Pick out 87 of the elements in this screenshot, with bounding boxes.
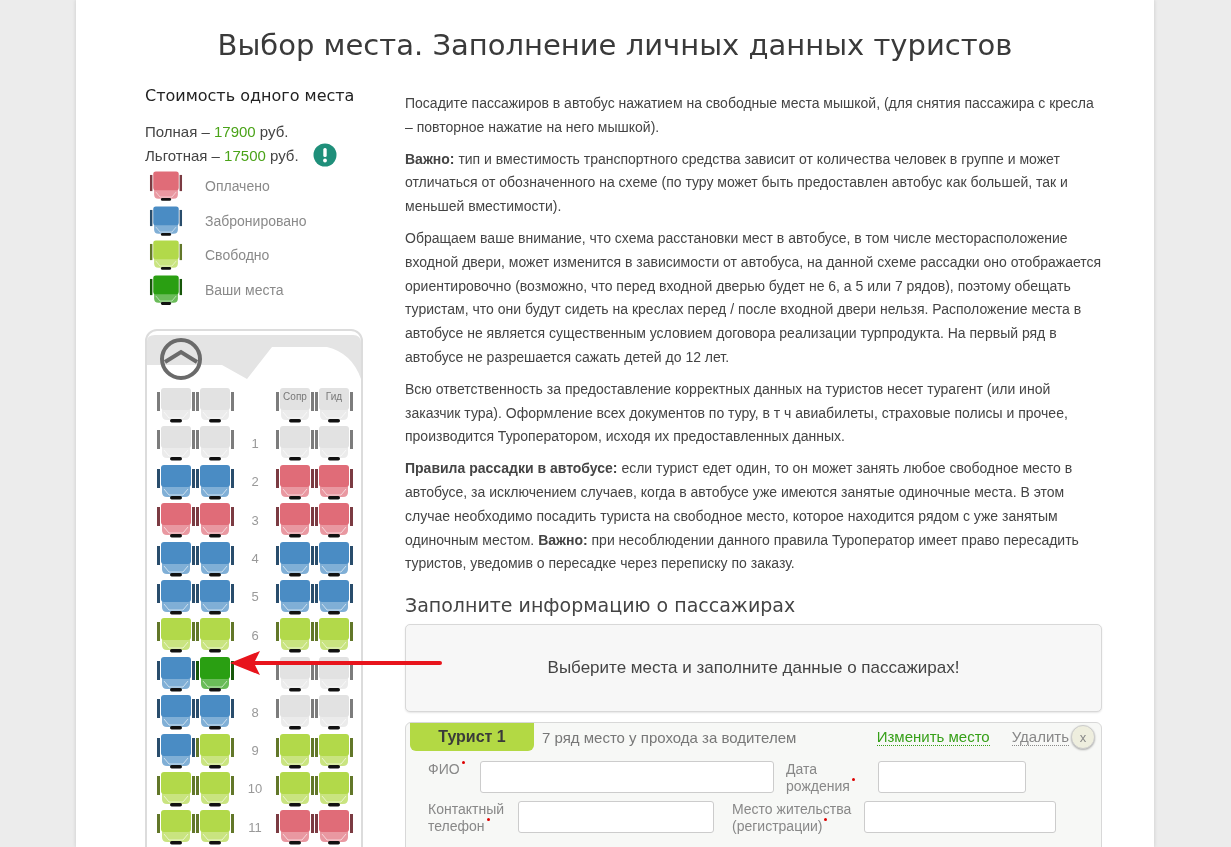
row-number: 10 — [247, 781, 263, 797]
seat-button[interactable] — [276, 425, 314, 462]
seat-button[interactable] — [196, 540, 234, 577]
legend-label: Свободно — [205, 247, 270, 264]
seat-button[interactable] — [315, 694, 353, 731]
seat-button[interactable] — [315, 425, 353, 462]
row-number: 2 — [251, 474, 259, 490]
price-text: Льготная – 17500 руб. — [145, 146, 299, 164]
info-paragraph: Всю ответственность за предоставление корректных данных на туристов несет турагент (или иной заказчик тура). Оформление всех документов по туру, в т ч авиабилеты, страховые полисы и прочее, производится Туроператором, исходя их предоставленных данных. — [405, 379, 1069, 447]
seat-button[interactable] — [315, 578, 353, 615]
input-field[interactable] — [518, 801, 714, 834]
field-label: Дата рождения — [786, 761, 866, 796]
seat-button[interactable] — [157, 809, 195, 846]
seat-button[interactable] — [315, 540, 353, 577]
field-label: Контактный телефон — [428, 801, 506, 836]
seat-button[interactable] — [315, 463, 353, 500]
info-paragraph: Важно: тип и вместимость транспортного средства зависит от количества человек в группе и может отличаться от обозначенного на схеме (по туру может быть предоставлен автобус как большей, так и меньшей вместимости). — [405, 149, 1069, 217]
seat-button[interactable] — [157, 617, 195, 654]
seat-button[interactable] — [157, 694, 195, 731]
page-title: Выбор места. Заполнение личных данных туристов — [216, 27, 1014, 64]
input-field[interactable] — [864, 801, 1056, 834]
delete-link[interactable]: Удалить — [1011, 728, 1069, 747]
seat-button[interactable]: Сопр — [276, 387, 314, 423]
section-heading: Заполните информацию о пассажирах — [405, 594, 797, 617]
info-icon[interactable] — [312, 143, 337, 167]
row-number: 5 — [251, 589, 259, 605]
input-field[interactable] — [878, 761, 1026, 794]
seat-button[interactable] — [276, 502, 314, 539]
input-field[interactable] — [480, 761, 774, 794]
legend-label: Ваши места — [205, 281, 284, 298]
info-paragraph: Посадите пассажиров в автобус нажатием на свободные места мышкой, (для снятия пассажира с кресла – повторное нажатие на него мышкой). — [405, 94, 1095, 137]
row-number: 1 — [251, 435, 259, 451]
seat-button[interactable] — [276, 694, 314, 731]
seat-button[interactable] — [157, 732, 195, 769]
close-button[interactable]: x — [1071, 725, 1095, 750]
seat-button[interactable] — [196, 617, 234, 654]
notice-text: Выберите места и заполните данные о пассажирах! — [547, 658, 960, 679]
seat-button[interactable] — [276, 655, 314, 692]
seat-button[interactable] — [196, 463, 234, 500]
seat-button[interactable]: Гид — [315, 387, 353, 423]
legend-label: Забронировано — [205, 212, 307, 229]
field-label: Место жительства (регистрации) — [732, 801, 853, 836]
seat-button[interactable] — [157, 387, 195, 423]
seat-button[interactable] — [196, 809, 234, 846]
seat-description: 7 ряд место у прохода за водителем — [542, 728, 797, 746]
seat-button[interactable] — [276, 540, 314, 577]
seat-button[interactable] — [157, 540, 195, 577]
seat-button[interactable] — [276, 732, 314, 769]
seat-button[interactable] — [157, 578, 195, 615]
seat-button[interactable] — [196, 770, 234, 807]
seat-button[interactable] — [196, 387, 234, 423]
seat-button[interactable] — [157, 425, 195, 462]
seat-button[interactable] — [315, 655, 353, 692]
tourist-tab[interactable]: Турист 1 — [410, 723, 534, 752]
info-paragraph: Обращаем ваше внимание, что схема расстановки мест в автобусе, в том числе месторасположение входной двери, может изменится в зависимости от автобуса, на данной схеме рассадки оно отображается ориентировочно (возможно, что перед входной дверью будет не 6, а 5 или 7 рядов), поэтому обещать туристам, что они будут сидеть на креслах перед / после входной двери нельзя. Расположение места в автобусе не является существенным условием договора реализации турпродукта. На первый ряд в автобусе не разрешается сажать детей до 12 лет. — [405, 229, 1102, 367]
row-number: 9 — [251, 743, 259, 758]
seat-button[interactable] — [196, 502, 234, 539]
seat-button[interactable] — [276, 809, 314, 846]
seat-button[interactable] — [315, 502, 353, 539]
seat-button[interactable] — [196, 732, 234, 769]
seat-button[interactable] — [196, 578, 234, 615]
info-paragraph: Правила рассадки в автобусе: если турист едет один, то он может занять любое свободное место в автобусе, за исключением случаев, когда в автобусе уже имеются занятые одиночные места. В этом случае необходимо посадить туриста на свободное место, которое находится рядом с уже занятым одиночным местом. Важно: при несоблюдении данного правила Туроператор имеет право пересадить туристов, уведомив о пересадке через переписку по заказу. — [405, 459, 1080, 574]
seat-button[interactable] — [276, 463, 314, 500]
row-number: 11 — [248, 819, 262, 835]
seat-button[interactable] — [276, 617, 314, 654]
row-number: 4 — [251, 551, 259, 567]
seat-button[interactable] — [157, 655, 195, 692]
seat-button[interactable] — [315, 732, 353, 769]
seat-button[interactable] — [276, 770, 314, 807]
seat-button[interactable] — [157, 770, 195, 807]
seat-button[interactable] — [315, 809, 353, 846]
legend-label: Оплачено — [205, 178, 270, 195]
price-heading: Стоимость одного места — [145, 86, 356, 105]
seat-button[interactable] — [315, 770, 353, 807]
seat-button[interactable] — [196, 425, 234, 462]
seat-button[interactable] — [157, 502, 195, 539]
row-number: 8 — [251, 704, 259, 720]
row-number: 6 — [251, 627, 259, 643]
seat-button[interactable] — [276, 578, 314, 615]
seat-button[interactable] — [196, 655, 234, 692]
field-label: ФИО — [428, 761, 472, 779]
seat-button[interactable] — [196, 694, 234, 731]
row-number: 3 — [251, 512, 259, 528]
seat-button[interactable] — [157, 463, 195, 500]
change-seat-link[interactable]: Изменить место — [876, 728, 990, 747]
price-text: Полная – 17900 руб. — [145, 122, 289, 140]
seat-button[interactable] — [315, 617, 353, 654]
